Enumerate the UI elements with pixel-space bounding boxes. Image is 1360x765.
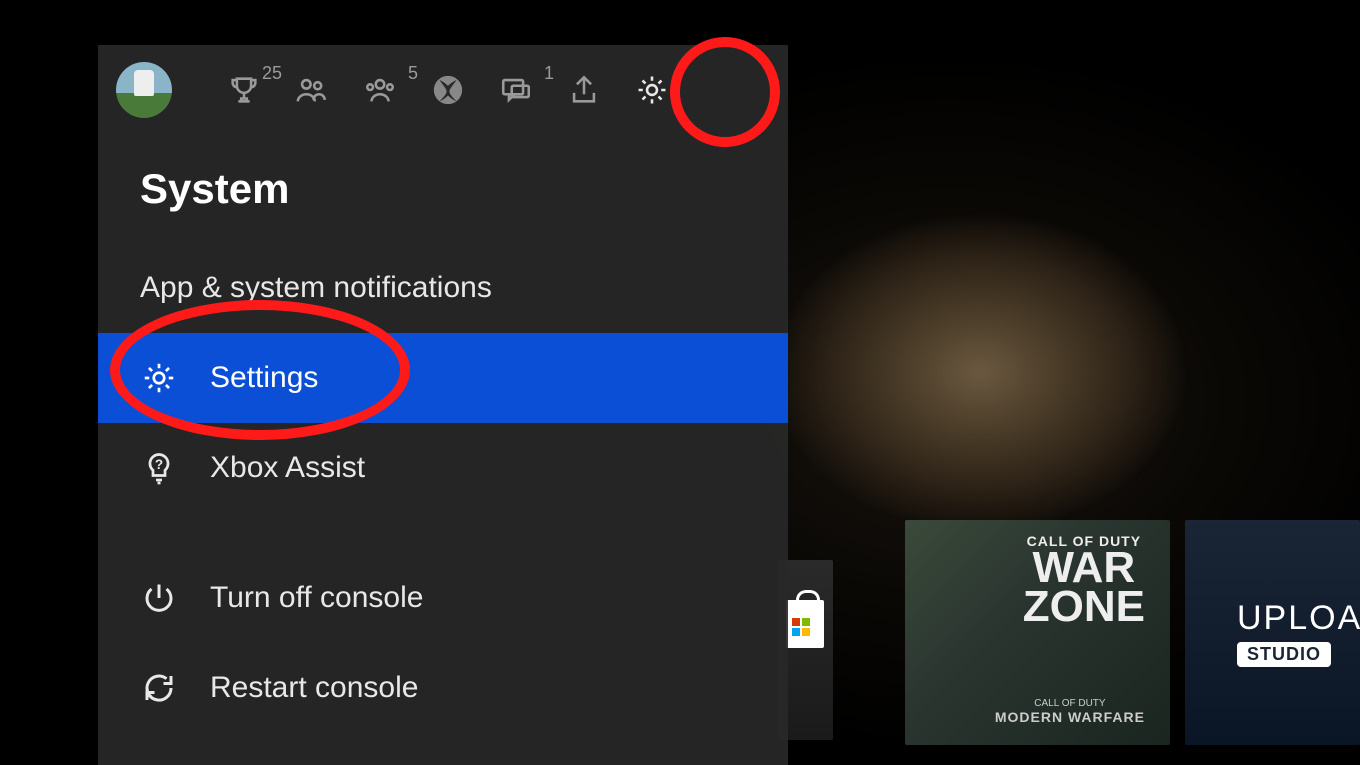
people-icon [295, 73, 329, 107]
warzone-logo: CALL OF DUTY WAR ZONE [1023, 535, 1145, 627]
home-tab[interactable] [424, 73, 472, 107]
messages-badge: 1 [544, 63, 554, 84]
chat-icon [499, 73, 533, 107]
upload-studio-tile[interactable]: UPLOAD STUDIO [1185, 520, 1360, 745]
menu-item-restart[interactable]: Restart console [98, 643, 788, 733]
party-badge: 5 [408, 63, 418, 84]
upload-studio-label-1: UPLOAD [1237, 599, 1360, 638]
profile-avatar[interactable] [116, 62, 172, 118]
modern-warfare-sublogo: CALL OF DUTY MODERN WARFARE [995, 698, 1145, 725]
xbox-icon [431, 73, 465, 107]
power-icon [140, 580, 178, 616]
menu-label-restart: Restart console [210, 671, 418, 705]
guide-tabs: 25 5 1 [98, 45, 788, 135]
guide-panel: 25 5 1 [98, 45, 788, 765]
menu-item-notifications[interactable]: App & system notifications [98, 243, 788, 333]
menu-label-assist: Xbox Assist [210, 451, 365, 485]
friends-tab[interactable] [288, 73, 336, 107]
warzone-tile[interactable]: CALL OF DUTY WAR ZONE CALL OF DUTY MODER… [905, 520, 1170, 745]
lightbulb-icon: ? [140, 450, 178, 486]
background-game-art [780, 180, 1280, 530]
menu-label-settings: Settings [210, 361, 318, 395]
broadcast-tab[interactable] [560, 73, 608, 107]
gear-icon [635, 73, 669, 107]
store-icon [786, 600, 824, 648]
upload-studio-label-2: STUDIO [1237, 642, 1331, 667]
menu-label-notifications: App & system notifications [140, 271, 492, 305]
menu-item-xbox-assist[interactable]: ? Xbox Assist [98, 423, 788, 513]
svg-text:?: ? [155, 457, 163, 472]
menu-item-turn-off[interactable]: Turn off console [98, 553, 788, 643]
section-title-system: System [98, 135, 788, 243]
restart-icon [140, 670, 178, 706]
trophy-icon [227, 73, 261, 107]
gear-icon [140, 360, 178, 396]
share-icon [567, 73, 601, 107]
achievements-tab[interactable]: 25 [220, 73, 268, 107]
system-tab[interactable] [628, 73, 676, 107]
messages-tab[interactable]: 1 [492, 73, 540, 107]
menu-label-turnoff: Turn off console [210, 581, 423, 615]
menu-item-settings[interactable]: Settings [98, 333, 788, 423]
party-tab[interactable]: 5 [356, 73, 404, 107]
party-icon [363, 73, 397, 107]
achievements-badge: 25 [262, 63, 282, 84]
